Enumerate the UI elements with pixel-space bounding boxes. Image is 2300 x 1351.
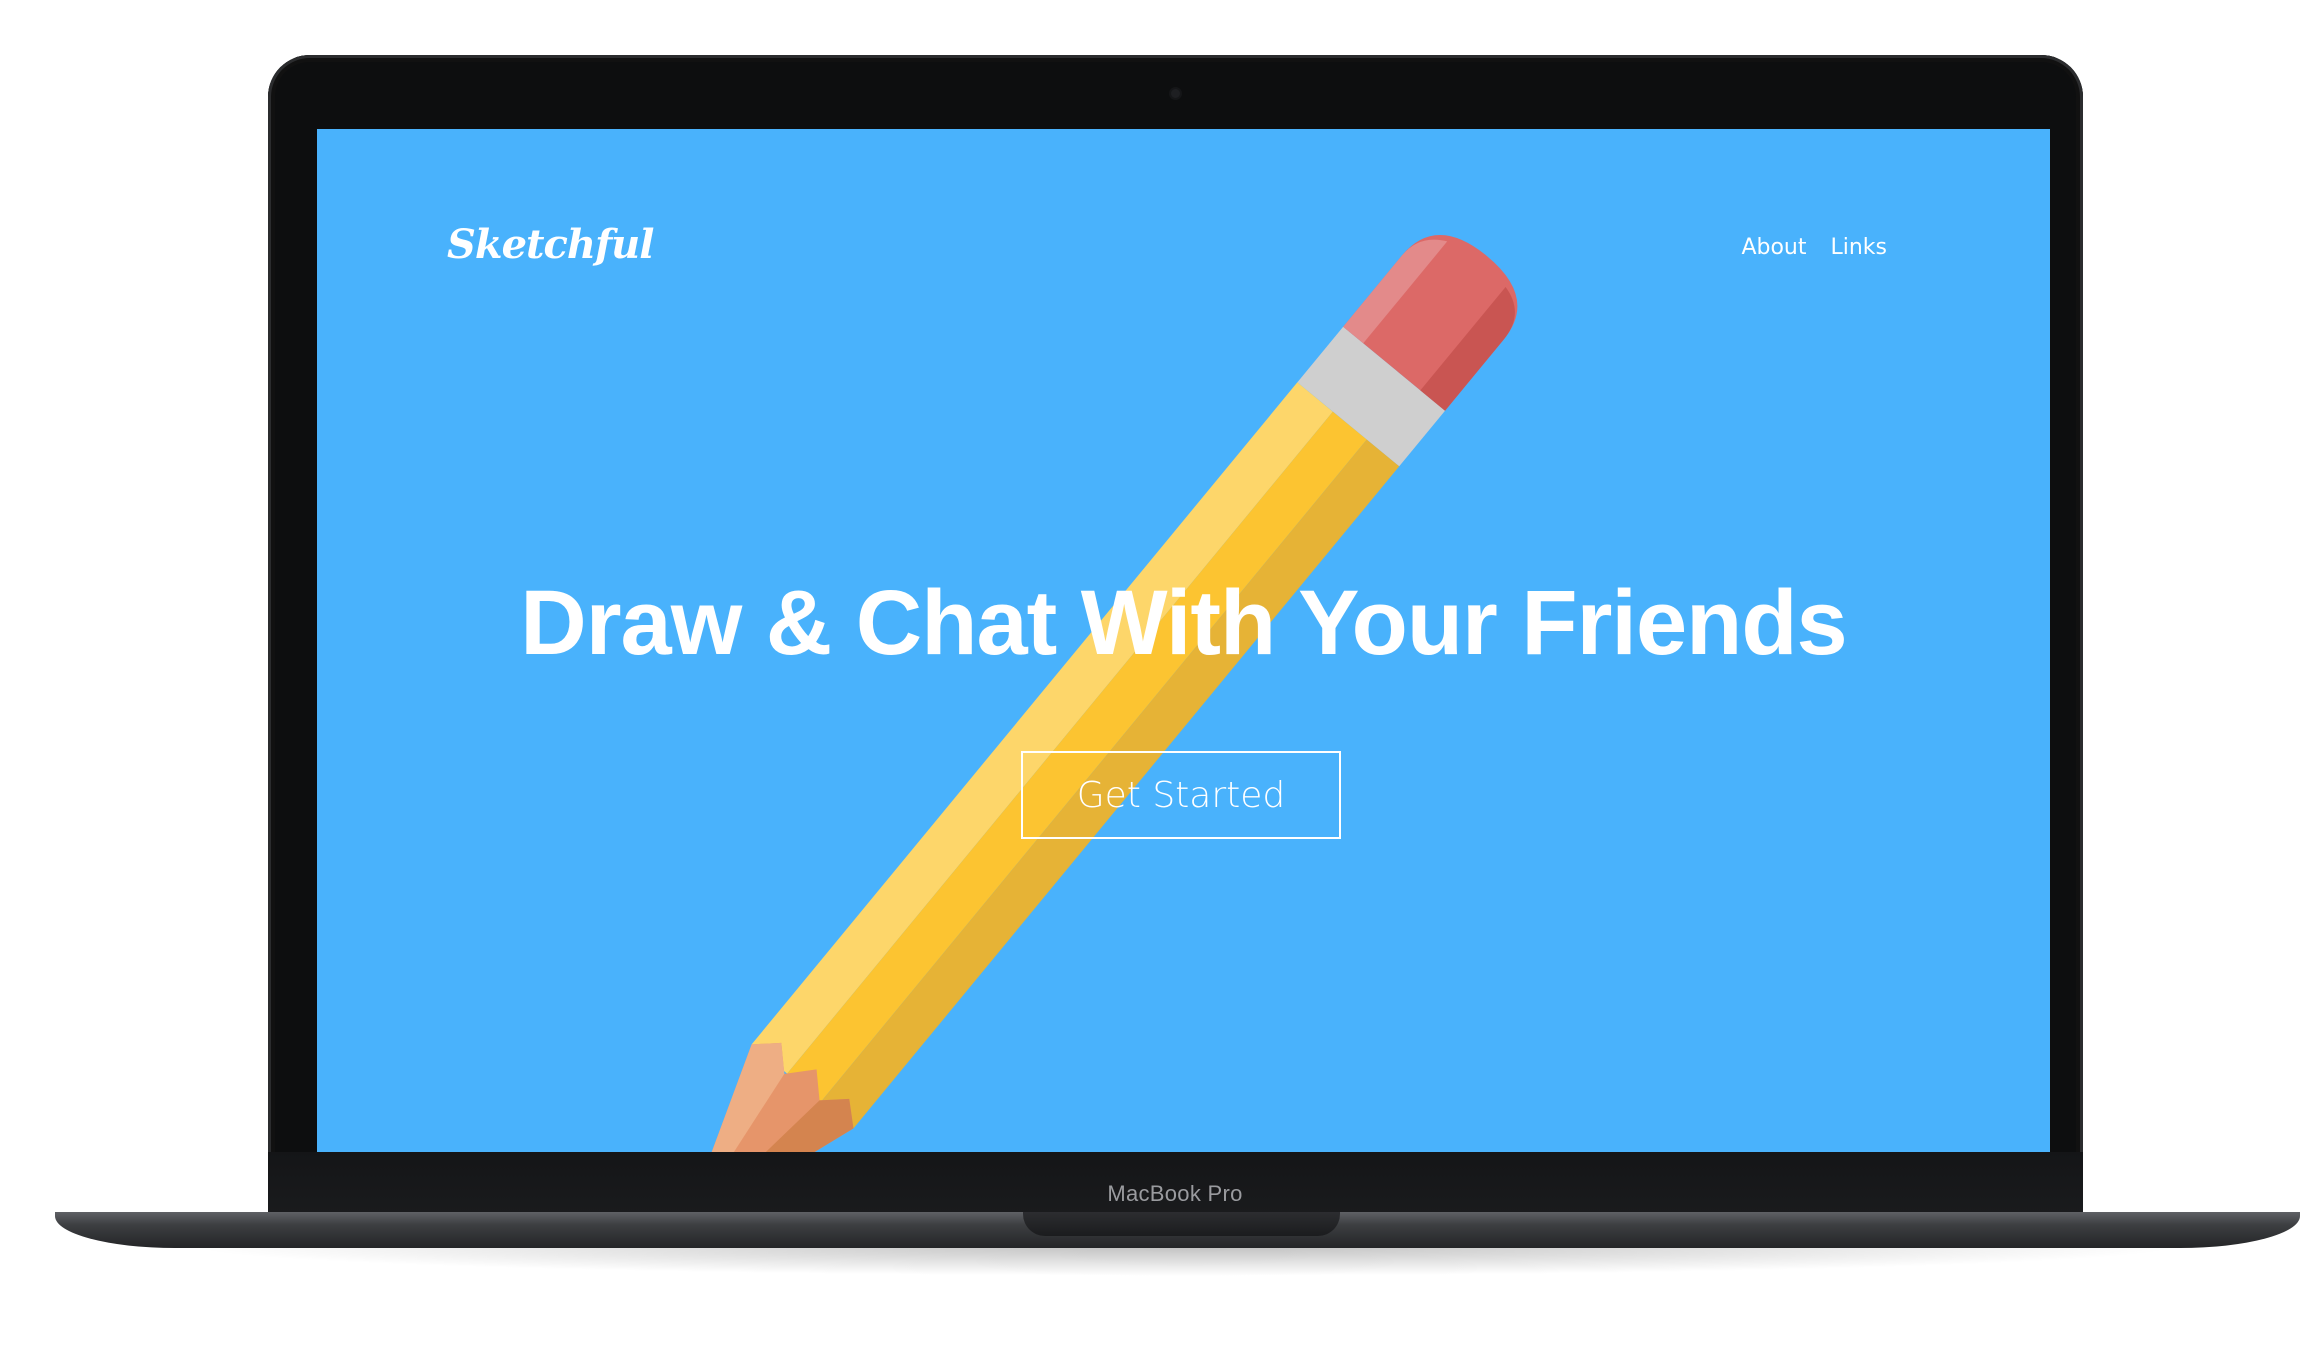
- laptop-lid-notch: [1023, 1212, 1340, 1236]
- site-logo[interactable]: Sketchful: [447, 221, 654, 268]
- laptop-shadow: [180, 1246, 2190, 1276]
- model-label: MacBook Pro: [1107, 1181, 1243, 1206]
- laptop-mockup: Sketchful About Links Draw & Chat With Y…: [0, 0, 2300, 1351]
- top-nav: About Links: [1741, 235, 1887, 260]
- nav-link-about[interactable]: About: [1741, 235, 1806, 260]
- hero-headline: Draw & Chat With Your Friends: [520, 572, 1847, 674]
- pencil-body-light: [751, 382, 1333, 1074]
- camera-icon: [1171, 89, 1180, 98]
- nav-link-links[interactable]: Links: [1830, 235, 1887, 260]
- get-started-button[interactable]: Get Started: [1021, 751, 1341, 839]
- laptop-screen: Sketchful About Links Draw & Chat With Y…: [317, 129, 2050, 1160]
